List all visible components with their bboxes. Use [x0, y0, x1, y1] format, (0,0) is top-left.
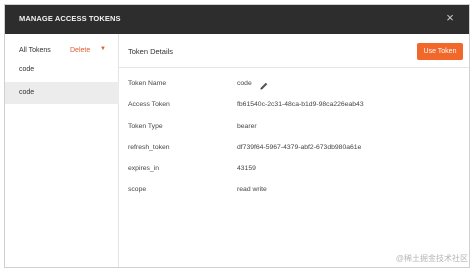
access-token-value: fb61540c-2c31-48ca-b1d9-98ca226eab43: [237, 101, 364, 108]
field-row-token-type: Token Type bearer: [119, 120, 469, 136]
token-list-item[interactable]: code: [5, 59, 119, 81]
sidebar-header: All Tokens Delete ▼: [5, 34, 119, 60]
field-row-expires-in: expires_in 43159: [119, 162, 469, 178]
field-label: expires_in: [128, 165, 159, 172]
field-row-token-name: Token Name code: [119, 77, 469, 93]
field-row-scope: scope read write: [119, 183, 469, 199]
use-token-button[interactable]: Use Token: [417, 43, 463, 60]
token-sidebar: All Tokens Delete ▼ code code: [5, 34, 119, 267]
token-name-value: code: [237, 80, 252, 87]
refresh-token-value: df739f64-5967-4379-abf2-673db980a61e: [237, 144, 362, 151]
divider: [119, 67, 469, 68]
field-label: Token Name: [128, 80, 167, 87]
field-row-refresh-token: refresh_token df739f64-5967-4379-abf2-67…: [119, 141, 469, 157]
field-label: Token Type: [128, 123, 163, 130]
field-label: scope: [128, 186, 147, 193]
expires-in-value: 43159: [237, 165, 256, 172]
token-details-title: Token Details: [128, 47, 174, 56]
pencil-icon[interactable]: [259, 78, 269, 90]
manage-access-tokens-dialog: MANAGE ACCESS TOKENS × All Tokens Delete…: [4, 4, 470, 268]
field-row-access-token: Access Token fb61540c-2c31-48ca-b1d9-98c…: [119, 98, 469, 114]
dialog-title: MANAGE ACCESS TOKENS: [19, 14, 121, 23]
field-label: Access Token: [128, 101, 170, 108]
token-type-value: bearer: [237, 123, 257, 130]
scope-value: read write: [237, 186, 267, 193]
caret-down-icon[interactable]: ▼: [100, 46, 106, 52]
close-icon[interactable]: ×: [443, 11, 457, 25]
token-list-item-selected[interactable]: code: [5, 82, 119, 104]
dialog-titlebar: MANAGE ACCESS TOKENS ×: [5, 5, 469, 34]
delete-button[interactable]: Delete: [70, 47, 90, 54]
field-label: refresh_token: [128, 144, 170, 151]
all-tokens-label: All Tokens: [19, 47, 51, 54]
token-details-panel: Token Details Use Token Token Name code …: [119, 34, 469, 267]
watermark: @稀土掘金技术社区: [395, 254, 468, 263]
